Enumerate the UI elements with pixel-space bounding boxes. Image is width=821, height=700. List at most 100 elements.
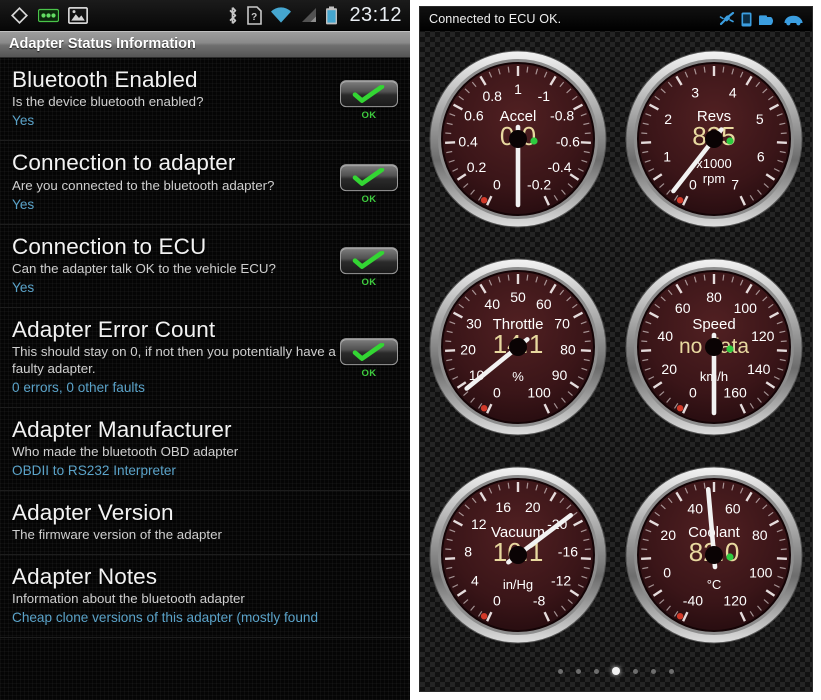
gauge-tick-label: 60 — [725, 501, 741, 517]
page-indicator[interactable] — [420, 667, 812, 675]
checkmark-icon — [352, 251, 385, 270]
status-row-title: Adapter Error Count — [12, 317, 216, 343]
gauge-tick-label: 7 — [731, 176, 739, 192]
status-row[interactable]: Bluetooth Enabled Is the device bluetooth… — [0, 58, 410, 142]
status-row-value: OBDII to RS232 Interpreter — [12, 463, 176, 479]
gauge-tick-label: 0 — [493, 176, 501, 192]
status-row[interactable]: Connection to adapter Are you connected t… — [0, 141, 410, 225]
gauge-speed[interactable]: 020406080100120140160Speedno datakm/h — [624, 257, 804, 437]
gauge-unit: °C — [707, 577, 722, 592]
gauge-hub — [705, 338, 723, 356]
status-row[interactable]: Adapter Error Count This should stay on 0… — [0, 308, 410, 408]
gauge-tick-label: 40 — [484, 296, 500, 312]
gauge-tick-label: 20 — [661, 361, 677, 377]
gauge-unit: % — [512, 369, 524, 384]
check-chip — [340, 338, 398, 366]
gauge-tick-label: 20 — [525, 499, 541, 515]
obd-connector-icon — [38, 8, 59, 22]
gauge-tick-label: 70 — [554, 316, 570, 332]
gauge-tick-label: 8 — [464, 544, 472, 560]
status-row-title: Connection to ECU — [12, 233, 207, 259]
status-row-value: Yes — [12, 280, 35, 296]
gauge-face: 048121620-20-16-12-8Vacuum16.1in/Hg — [429, 466, 607, 644]
battery-icon — [326, 6, 338, 24]
status-row-description: Can the adapter talk OK to the vehicle E… — [12, 260, 276, 276]
check-chip — [340, 163, 398, 191]
gauge-hub — [509, 546, 527, 564]
gauge-tick-label: 0.2 — [467, 159, 487, 175]
phone-icon[interactable] — [741, 12, 752, 27]
sim-unknown-icon: ? — [247, 5, 263, 25]
page-dot[interactable] — [594, 668, 599, 674]
status-badge-label: OK — [361, 368, 377, 380]
gauge-peak-marker — [480, 613, 488, 620]
gauge-vacuum[interactable]: 048121620-20-16-12-8Vacuum16.1in/Hg — [428, 465, 608, 645]
gauge-subunit: rpm — [703, 171, 725, 186]
status-row-title: Bluetooth Enabled — [12, 67, 198, 92]
gauge-accel[interactable]: 00.20.40.60.81-1-0.8-0.6-0.4-0.2Accel0.0 — [428, 49, 608, 229]
gauge-tick-label: 60 — [675, 300, 691, 316]
status-row-title: Connection to adapter — [12, 150, 236, 176]
status-bar-system-icons: ? 23:12 — [226, 4, 402, 27]
status-row-title: Adapter Version — [12, 500, 174, 526]
gauge-tick-label: 0 — [493, 592, 501, 608]
status-row[interactable]: Adapter Notes Information about the bluet… — [0, 555, 410, 638]
dashboard-status-icons — [719, 12, 804, 27]
gauge-tick-label: 0 — [493, 384, 501, 400]
gauge-led-indicator — [726, 345, 734, 353]
status-badge-label: OK — [361, 110, 377, 122]
gauge-face: 020406080100120140160Speedno datakm/h — [625, 258, 803, 436]
checkmark-icon — [352, 343, 385, 361]
check-chip — [340, 80, 398, 108]
page-dot[interactable] — [558, 668, 563, 674]
gauge-tick-label: -12 — [551, 572, 571, 588]
checkmark-icon — [352, 168, 385, 187]
status-row-value: Yes — [12, 113, 35, 129]
connection-icon[interactable] — [719, 12, 735, 26]
gauge-hub — [705, 130, 723, 148]
gauge-unit: in/Hg — [503, 577, 533, 592]
gauge-tick-label: -0.4 — [547, 159, 571, 175]
gauge-tick-label: 0.6 — [464, 108, 484, 124]
gauge-tick-label: 40 — [687, 501, 703, 517]
gauge-tick-label: 0 — [689, 384, 697, 400]
page-dot[interactable] — [669, 668, 674, 674]
gauge-name: Speed — [692, 316, 735, 333]
status-badge: OK — [340, 338, 398, 380]
gauge-throttle[interactable]: 0102030405060708090100Throttle14.1% — [428, 257, 608, 437]
gauge-tick-label: 16 — [495, 499, 511, 515]
adapter-icon[interactable] — [758, 13, 777, 26]
status-row-value: Cheap clone versions of this adapter (mo… — [12, 609, 319, 625]
status-bar-notifications — [10, 6, 88, 25]
gauge-tick-label: 3 — [691, 85, 699, 101]
status-row-title: Adapter Manufacturer — [12, 416, 232, 442]
status-badge-label: OK — [361, 277, 377, 289]
gauge-led-indicator — [530, 137, 538, 145]
page-dot[interactable] — [612, 667, 620, 675]
status-row[interactable]: Adapter Version The firmware version of t… — [0, 491, 410, 555]
gauge-coolant[interactable]: -40020406080100120Coolant82.0°C — [624, 465, 804, 645]
dashboard-screen: Connected to ECU OK. 0 0.2 0.4 0.6 0.8 1… — [419, 6, 813, 692]
page-dot[interactable] — [633, 668, 638, 674]
gauge-tick-label: 1 — [663, 149, 671, 165]
status-badge: OK — [340, 163, 398, 205]
adapter-status-list[interactable]: Bluetooth Enabled Is the device bluetooth… — [0, 58, 410, 700]
rhombus-outline-icon — [10, 6, 29, 24]
page-dot[interactable] — [651, 668, 656, 674]
status-row[interactable]: Connection to ECU Can the adapter talk OK… — [0, 225, 410, 309]
gauge-peak-marker — [480, 405, 488, 412]
wifi-icon — [271, 6, 292, 23]
status-row[interactable]: Adapter Manufacturer Who made the bluetoo… — [0, 408, 410, 492]
gauge-tick-label: 80 — [752, 527, 768, 543]
status-row-description: Who made the bluetooth OBD adapter — [12, 443, 239, 459]
adapter-status-phone-panel: ? 23:12 Adapter Status Information Bluet… — [0, 0, 410, 700]
gauge-peak-marker — [480, 197, 488, 204]
gauge-led-indicator — [726, 137, 734, 145]
gauge-revs[interactable]: 01234567Revs835x1000rpm — [624, 49, 804, 229]
page-dot[interactable] — [576, 668, 581, 674]
gauge-tick-label: 12 — [471, 516, 487, 532]
car-icon[interactable] — [783, 13, 804, 26]
ecu-connection-status: Connected to ECU OK. — [429, 12, 562, 26]
gauge-face: 00.20.40.60.81-1-0.8-0.6-0.4-0.2Accel0.0 — [429, 50, 607, 228]
gauge-grid[interactable]: 00.20.40.60.81-1-0.8-0.6-0.4-0.2Accel0.0… — [420, 31, 812, 659]
